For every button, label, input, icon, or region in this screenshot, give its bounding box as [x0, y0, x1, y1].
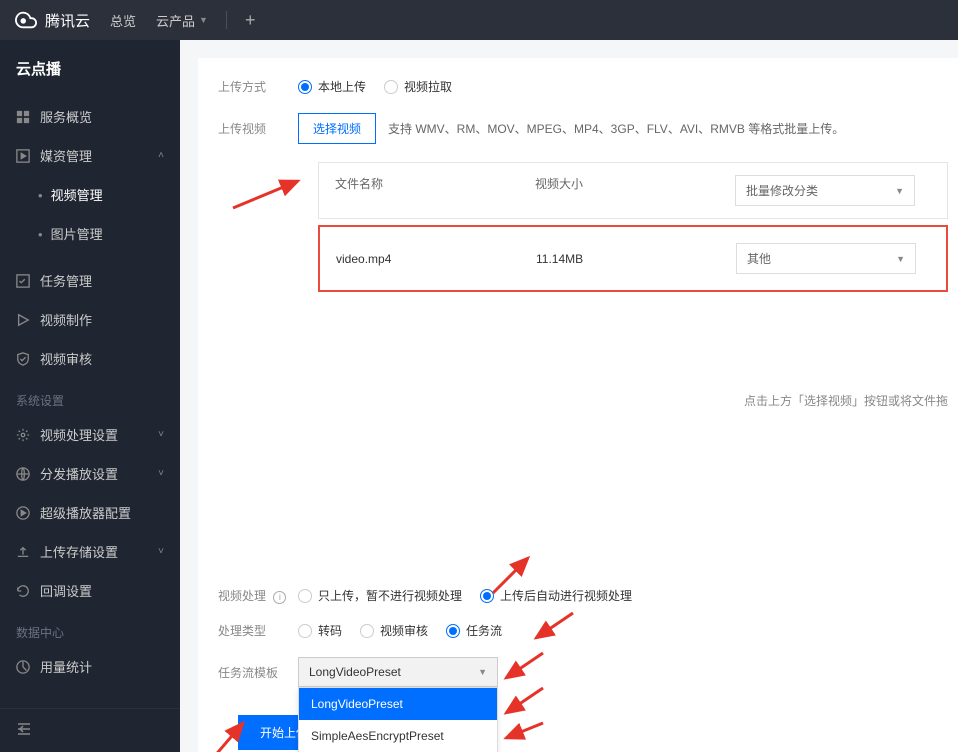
radio-circle-icon: [298, 589, 312, 603]
nav-products[interactable]: 云产品 ▼: [156, 11, 208, 30]
label-video-process: 视频处理 i: [218, 587, 298, 604]
radio-audit[interactable]: 视频审核: [360, 622, 428, 639]
radio-video-pull[interactable]: 视频拉取: [384, 78, 452, 95]
caret-down-icon: ▼: [895, 186, 904, 196]
sidebar-item-image-mgmt[interactable]: 图片管理: [0, 214, 180, 253]
radio-circle-icon: [360, 624, 374, 638]
sidebar-title: 云点播: [0, 40, 180, 97]
cell-filename: video.mp4: [336, 252, 536, 266]
sidebar-footer: [0, 708, 180, 752]
caret-down-icon: ▼: [896, 254, 905, 264]
add-tab-button[interactable]: +: [245, 10, 256, 31]
upload-panel: 上传方式 本地上传 视频拉取 上传视频 选择视频 支持 WMV、RM、MOV、M…: [198, 58, 958, 752]
sidebar-section-system: 系统设置: [0, 378, 180, 415]
radio-local-upload[interactable]: 本地上传: [298, 78, 366, 95]
radio-auto-process[interactable]: 上传后自动进行视频处理: [480, 587, 632, 604]
shield-check-icon: [16, 352, 30, 366]
chevron-down-icon: ▼: [199, 15, 208, 25]
chevron-down-icon: ˅: [158, 468, 164, 479]
sidebar-item-callback[interactable]: 回调设置: [0, 571, 180, 610]
row-taskflow-template: 任务流模板 LongVideoPreset ▼ LongVideoPreset …: [218, 657, 958, 687]
drop-hint: 点击上方「选择视频」按钮或将文件拖: [218, 392, 948, 409]
sidebar-item-distribution[interactable]: 分发播放设置 ˅: [0, 454, 180, 493]
radio-circle-icon: [446, 624, 460, 638]
chart-icon: [16, 660, 30, 674]
sidebar-item-task-mgmt[interactable]: 任务管理: [0, 261, 180, 300]
dropdown-option[interactable]: LongVideoPreset: [299, 688, 497, 720]
caret-down-icon: ▼: [478, 667, 487, 677]
radio-upload-only[interactable]: 只上传，暂不进行视频处理: [298, 587, 462, 604]
cloud-logo-icon: [15, 9, 37, 31]
info-icon[interactable]: i: [273, 591, 286, 604]
sidebar-item-video-process[interactable]: 视频处理设置 ˅: [0, 415, 180, 454]
grid-icon: [16, 110, 30, 124]
player-icon: [16, 506, 30, 520]
label-taskflow-template: 任务流模板: [218, 664, 298, 681]
radio-circle-icon: [480, 589, 494, 603]
table-body: video.mp4 11.14MB 其他 ▼: [318, 225, 948, 292]
radio-circle-icon: [384, 80, 398, 94]
row-process-type: 处理类型 转码 视频审核 任务流: [218, 622, 958, 639]
upload-icon: [16, 545, 30, 559]
sidebar-item-video-mgmt[interactable]: 视频管理: [0, 175, 180, 214]
annotation-arrow: [228, 173, 308, 213]
brand-name: 腾讯云: [45, 10, 90, 31]
play-icon: [16, 313, 30, 327]
chevron-down-icon: ˅: [158, 546, 164, 557]
row-upload-method: 上传方式 本地上传 视频拉取: [218, 78, 958, 95]
globe-icon: [16, 467, 30, 481]
sidebar: 云点播 服务概览 媒资管理 ˄ 视频管理 图片管理 任务管理 视频制作 视频审核…: [0, 40, 180, 752]
collapse-sidebar-icon[interactable]: [16, 721, 32, 737]
table-header: 文件名称 视频大小 批量修改分类 ▼: [318, 162, 948, 219]
chevron-up-icon: ˄: [158, 150, 164, 161]
label-upload-method: 上传方式: [218, 78, 298, 95]
sidebar-item-upload-storage[interactable]: 上传存储设置 ˅: [0, 532, 180, 571]
row-video-process: 视频处理 i 只上传，暂不进行视频处理 上传后自动进行视频处理: [218, 587, 958, 604]
row-upload-video: 上传视频 选择视频 支持 WMV、RM、MOV、MPEG、MP4、3GP、FLV…: [218, 113, 958, 144]
col-header-size: 视频大小: [535, 175, 735, 206]
processing-section: 视频处理 i 只上传，暂不进行视频处理 上传后自动进行视频处理: [218, 587, 958, 750]
refresh-icon: [16, 584, 30, 598]
cell-size: 11.14MB: [536, 252, 736, 266]
gear-icon: [16, 428, 30, 442]
brand-logo[interactable]: 腾讯云: [15, 9, 90, 31]
chevron-down-icon: ˅: [158, 429, 164, 440]
top-header: 腾讯云 总览 云产品 ▼ +: [0, 0, 958, 40]
sidebar-item-video-produce[interactable]: 视频制作: [0, 300, 180, 339]
nav-overview[interactable]: 总览: [110, 11, 136, 30]
format-hint: 支持 WMV、RM、MOV、MPEG、MP4、3GP、FLV、AVI、RMVB …: [388, 120, 844, 137]
sidebar-item-video-audit[interactable]: 视频审核: [0, 339, 180, 378]
radio-transcode[interactable]: 转码: [298, 622, 342, 639]
sidebar-item-usage-stats[interactable]: 用量统计: [0, 647, 180, 686]
main-content: 上传方式 本地上传 视频拉取 上传视频 选择视频 支持 WMV、RM、MOV、M…: [180, 40, 958, 752]
taskflow-template-select[interactable]: LongVideoPreset ▼: [298, 657, 498, 687]
sidebar-item-media-mgmt[interactable]: 媒资管理 ˄: [0, 136, 180, 175]
row-category-select[interactable]: 其他 ▼: [736, 243, 916, 274]
table-row: video.mp4 11.14MB 其他 ▼: [320, 227, 946, 290]
video-table: 文件名称 视频大小 批量修改分类 ▼ video.mp4 11.14MB: [318, 162, 948, 292]
radio-circle-icon: [298, 80, 312, 94]
nav-divider: [226, 11, 227, 29]
sidebar-item-player-config[interactable]: 超级播放器配置: [0, 493, 180, 532]
batch-category-select[interactable]: 批量修改分类 ▼: [735, 175, 915, 206]
radio-circle-icon: [298, 624, 312, 638]
taskflow-dropdown-menu: LongVideoPreset SimpleAesEncryptPreset: [298, 687, 498, 752]
sidebar-item-service-overview[interactable]: 服务概览: [0, 97, 180, 136]
select-video-button[interactable]: 选择视频: [298, 113, 376, 144]
col-header-name: 文件名称: [335, 175, 535, 206]
label-upload-video: 上传视频: [218, 120, 298, 137]
sidebar-section-data: 数据中心: [0, 610, 180, 647]
checklist-icon: [16, 274, 30, 288]
radio-taskflow[interactable]: 任务流: [446, 622, 502, 639]
play-box-icon: [16, 149, 30, 163]
dropdown-option[interactable]: SimpleAesEncryptPreset: [299, 720, 497, 752]
label-process-type: 处理类型: [218, 622, 298, 639]
